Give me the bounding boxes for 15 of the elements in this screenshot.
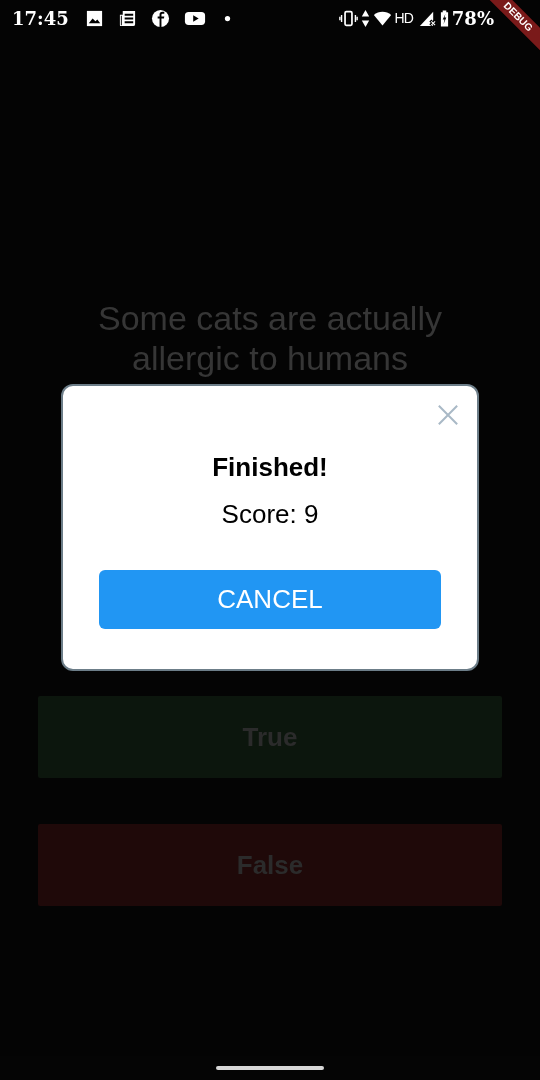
vibrate-icon — [338, 8, 358, 28]
network-label: HD — [394, 10, 413, 26]
status-time: 17:45 — [12, 7, 69, 29]
social-app-icon — [150, 8, 170, 28]
score-text: Score: 9 — [221, 499, 319, 530]
battery-percent: 78% — [451, 7, 494, 29]
dot-icon — [223, 14, 231, 22]
cancel-button[interactable]: CANCEL — [99, 570, 441, 629]
news-icon — [117, 8, 137, 28]
home-indicator[interactable] — [216, 1066, 324, 1070]
dialog-title: Finished! — [212, 452, 328, 483]
data-arrows-icon — [360, 8, 370, 28]
image-icon — [84, 8, 104, 28]
close-icon[interactable] — [437, 404, 459, 426]
battery-charging-icon — [439, 8, 449, 28]
